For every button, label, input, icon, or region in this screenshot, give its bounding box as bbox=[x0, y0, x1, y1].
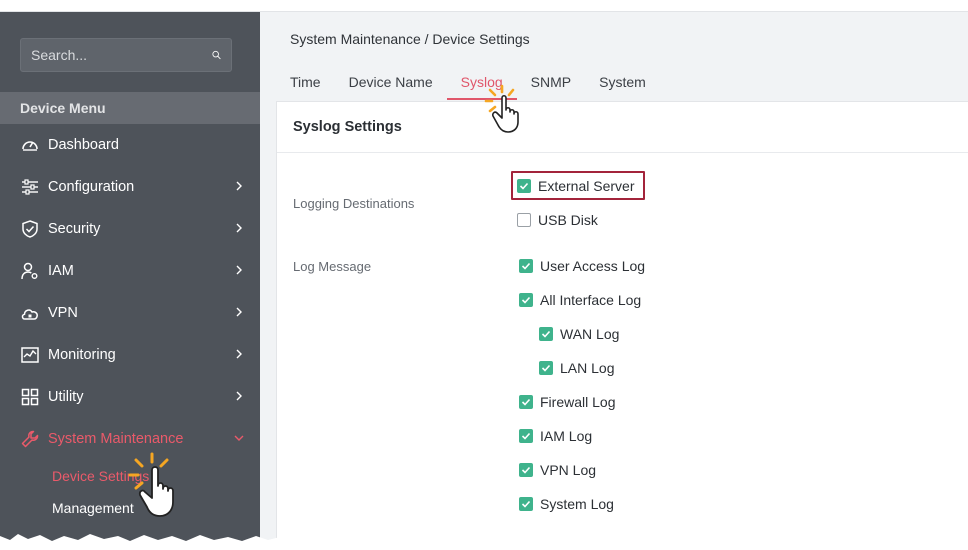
chevron-right-icon bbox=[236, 223, 242, 233]
checkbox-label: External Server bbox=[538, 178, 635, 194]
device-menu-header: Device Menu bbox=[0, 92, 260, 124]
app-window: Device Menu Dashboard Configuration Secu… bbox=[0, 0, 968, 550]
log-all-interface[interactable]: All Interface Log bbox=[519, 292, 641, 308]
sidebar-item-monitoring[interactable]: Monitoring bbox=[0, 334, 260, 376]
tab-time[interactable]: Time bbox=[290, 68, 335, 100]
checkbox-label: IAM Log bbox=[540, 428, 593, 444]
checkbox-label: LAN Log bbox=[560, 360, 615, 376]
checkbox-label: WAN Log bbox=[560, 326, 620, 342]
sidebar-item-label: IAM bbox=[48, 263, 74, 279]
hand-cursor-icon bbox=[484, 84, 519, 133]
checkbox-unchecked[interactable] bbox=[517, 213, 531, 227]
chevron-right-icon bbox=[236, 349, 242, 359]
check-icon bbox=[541, 330, 551, 338]
search-box bbox=[20, 38, 232, 72]
log-wan[interactable]: WAN Log bbox=[539, 326, 619, 342]
chevron-right-icon bbox=[236, 265, 242, 275]
checkbox-checked[interactable] bbox=[519, 259, 533, 273]
checkbox-checked[interactable] bbox=[517, 179, 531, 193]
check-icon bbox=[521, 466, 531, 474]
log-vpn[interactable]: VPN Log bbox=[519, 462, 596, 478]
syslog-settings-panel: Syslog Settings Logging Destinations Ext… bbox=[276, 101, 968, 550]
panel-title: Syslog Settings bbox=[277, 102, 968, 153]
log-system[interactable]: System Log bbox=[519, 496, 614, 512]
checkbox-checked[interactable] bbox=[539, 361, 553, 375]
log-lan[interactable]: LAN Log bbox=[539, 360, 614, 376]
check-icon bbox=[521, 262, 531, 270]
checkbox-label: VPN Log bbox=[540, 462, 597, 478]
checkbox-checked[interactable] bbox=[539, 327, 553, 341]
chevron-right-icon bbox=[236, 181, 242, 191]
sidebar-item-label: Monitoring bbox=[48, 347, 116, 363]
grid-icon bbox=[21, 388, 39, 406]
check-icon bbox=[521, 296, 531, 304]
log-user-access[interactable]: User Access Log bbox=[519, 258, 645, 274]
checkbox-checked[interactable] bbox=[519, 293, 533, 307]
tab-system[interactable]: System bbox=[599, 68, 660, 100]
check-icon bbox=[521, 398, 531, 406]
wrench-icon bbox=[21, 430, 39, 448]
logging-destinations-label: Logging Destinations bbox=[293, 196, 415, 211]
check-icon bbox=[521, 432, 531, 440]
sidebar-item-vpn[interactable]: VPN bbox=[0, 292, 260, 334]
destination-external-server[interactable]: External Server bbox=[517, 178, 634, 194]
checkbox-checked[interactable] bbox=[519, 395, 533, 409]
checkbox-checked[interactable] bbox=[519, 463, 533, 477]
sidebar-item-dashboard[interactable]: Dashboard bbox=[0, 124, 260, 166]
tab-bar: Time Device Name Syslog SNMP System bbox=[290, 68, 674, 100]
check-icon bbox=[519, 182, 529, 190]
torn-edge bbox=[0, 534, 280, 550]
sidebar-item-label: System Maintenance bbox=[48, 431, 184, 447]
search-icon[interactable] bbox=[212, 47, 221, 63]
breadcrumb: System Maintenance / Device Settings bbox=[290, 31, 530, 47]
log-firewall[interactable]: Firewall Log bbox=[519, 394, 615, 410]
tab-snmp[interactable]: SNMP bbox=[531, 68, 585, 100]
checkbox-checked[interactable] bbox=[519, 497, 533, 511]
search-input[interactable] bbox=[31, 47, 212, 63]
sidebar-item-utility[interactable]: Utility bbox=[0, 376, 260, 418]
sidebar-item-label: Utility bbox=[48, 389, 84, 405]
sidebar-item-label: Security bbox=[48, 221, 101, 237]
checkbox-label: User Access Log bbox=[540, 258, 646, 274]
log-message-label: Log Message bbox=[293, 259, 372, 274]
checkbox-label: All Interface Log bbox=[540, 292, 642, 308]
chart-icon bbox=[21, 347, 39, 363]
checkbox-checked[interactable] bbox=[519, 429, 533, 443]
checkbox-label: USB Disk bbox=[538, 212, 598, 228]
chevron-right-icon bbox=[236, 391, 242, 401]
destination-usb-disk[interactable]: USB Disk bbox=[517, 212, 598, 228]
hand-cursor-icon bbox=[128, 452, 174, 517]
check-icon bbox=[521, 500, 531, 508]
gauge-icon bbox=[22, 141, 38, 151]
cloud-lock-icon bbox=[21, 309, 38, 320]
checkbox-label: System Log bbox=[540, 496, 614, 512]
chevron-right-icon bbox=[236, 307, 242, 317]
shield-icon bbox=[22, 220, 38, 238]
chevron-down-icon bbox=[234, 435, 244, 441]
sidebar-item-label: Dashboard bbox=[48, 137, 119, 153]
main-content: System Maintenance / Device Settings Tim… bbox=[260, 12, 968, 550]
sidebar-item-security[interactable]: Security bbox=[0, 208, 260, 250]
sidebar-item-iam[interactable]: IAM bbox=[0, 250, 260, 292]
sliders-icon bbox=[22, 179, 38, 195]
log-iam[interactable]: IAM Log bbox=[519, 428, 592, 444]
sidebar-item-configuration[interactable]: Configuration bbox=[0, 166, 260, 208]
tab-device-name[interactable]: Device Name bbox=[349, 68, 447, 100]
user-gear-icon bbox=[21, 262, 38, 280]
top-strip bbox=[0, 0, 968, 12]
sidebar-item-label: Configuration bbox=[48, 179, 135, 195]
check-icon bbox=[541, 364, 551, 372]
checkbox-label: Firewall Log bbox=[540, 394, 616, 410]
sidebar-item-label: VPN bbox=[48, 305, 78, 321]
